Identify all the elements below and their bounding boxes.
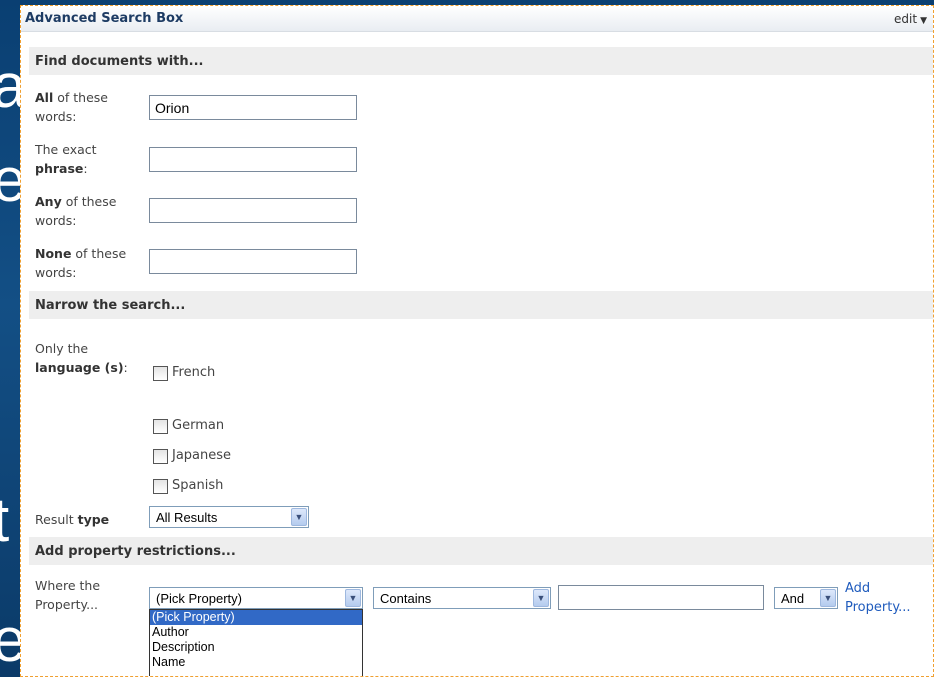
exact-phrase-label: The exact phrase: [35,142,97,176]
select-value: Contains [380,591,432,606]
checkbox[interactable] [153,419,168,434]
property-option[interactable]: (Pick Property) [150,610,362,625]
chevron-down-icon[interactable]: ▼ [291,508,307,526]
edit-menu-button[interactable]: edit ▼ [894,12,927,26]
advanced-search-webpart: Advanced Search Box edit ▼ Find documents… [20,5,934,677]
chevron-down-icon[interactable]: ▼ [533,589,549,607]
any-words-input[interactable] [149,198,357,223]
checkbox-label: German [172,418,225,433]
select-value: All Results [156,510,218,525]
none-words-label: None of these words: [35,246,127,280]
bg-letter: t [0,486,10,555]
all-words-label: All of these words: [35,90,108,124]
operator-select[interactable]: Contains ▼ [373,587,551,609]
webpart-title: Advanced Search Box [25,11,184,26]
checkbox-label: Japanese [172,448,232,463]
any-words-label: Any of these words: [35,194,117,228]
property-option[interactable]: Description [150,640,362,655]
add-property-link[interactable]: Add Property... [845,579,933,617]
where-property-label: Where the Property... [35,578,101,612]
chevron-down-icon: ▼ [920,16,927,26]
property-option[interactable]: Name [150,655,362,670]
chevron-down-icon[interactable]: ▼ [820,589,836,607]
none-words-input[interactable] [149,249,357,274]
chevron-down-icon[interactable]: ▼ [345,589,361,607]
exact-phrase-input[interactable] [149,147,357,172]
section-heading: Narrow the search... [35,298,186,313]
property-option[interactable]: Author [150,625,362,640]
language-label: Only the language (s): [35,341,128,375]
conjunction-select[interactable]: And ▼ [774,587,838,609]
webpart-header: Advanced Search Box edit ▼ [21,6,933,32]
select-value: (Pick Property) [156,591,242,606]
all-words-input[interactable] [149,95,357,120]
section-heading: Find documents with... [35,54,204,69]
property-options-list[interactable]: (Pick Property) Author Description Name [149,609,363,676]
result-type-label: Result type [35,512,110,527]
checkbox-label: Spanish [172,478,224,493]
select-value: And [781,591,805,606]
find-documents-section-header: Find documents with... [29,47,933,75]
edit-label: edit [894,12,918,26]
checkbox[interactable] [153,479,168,494]
narrow-search-section-header: Narrow the search... [29,291,933,319]
checkbox-label: French [172,365,216,380]
section-heading: Add property restrictions... [35,544,236,559]
checkbox[interactable] [153,449,168,464]
property-select[interactable]: (Pick Property) ▼ [149,587,363,609]
property-restrictions-section-header: Add property restrictions... [29,537,933,565]
checkbox[interactable] [153,366,168,381]
result-type-select[interactable]: All Results ▼ [149,506,309,528]
property-value-input[interactable] [558,585,764,610]
